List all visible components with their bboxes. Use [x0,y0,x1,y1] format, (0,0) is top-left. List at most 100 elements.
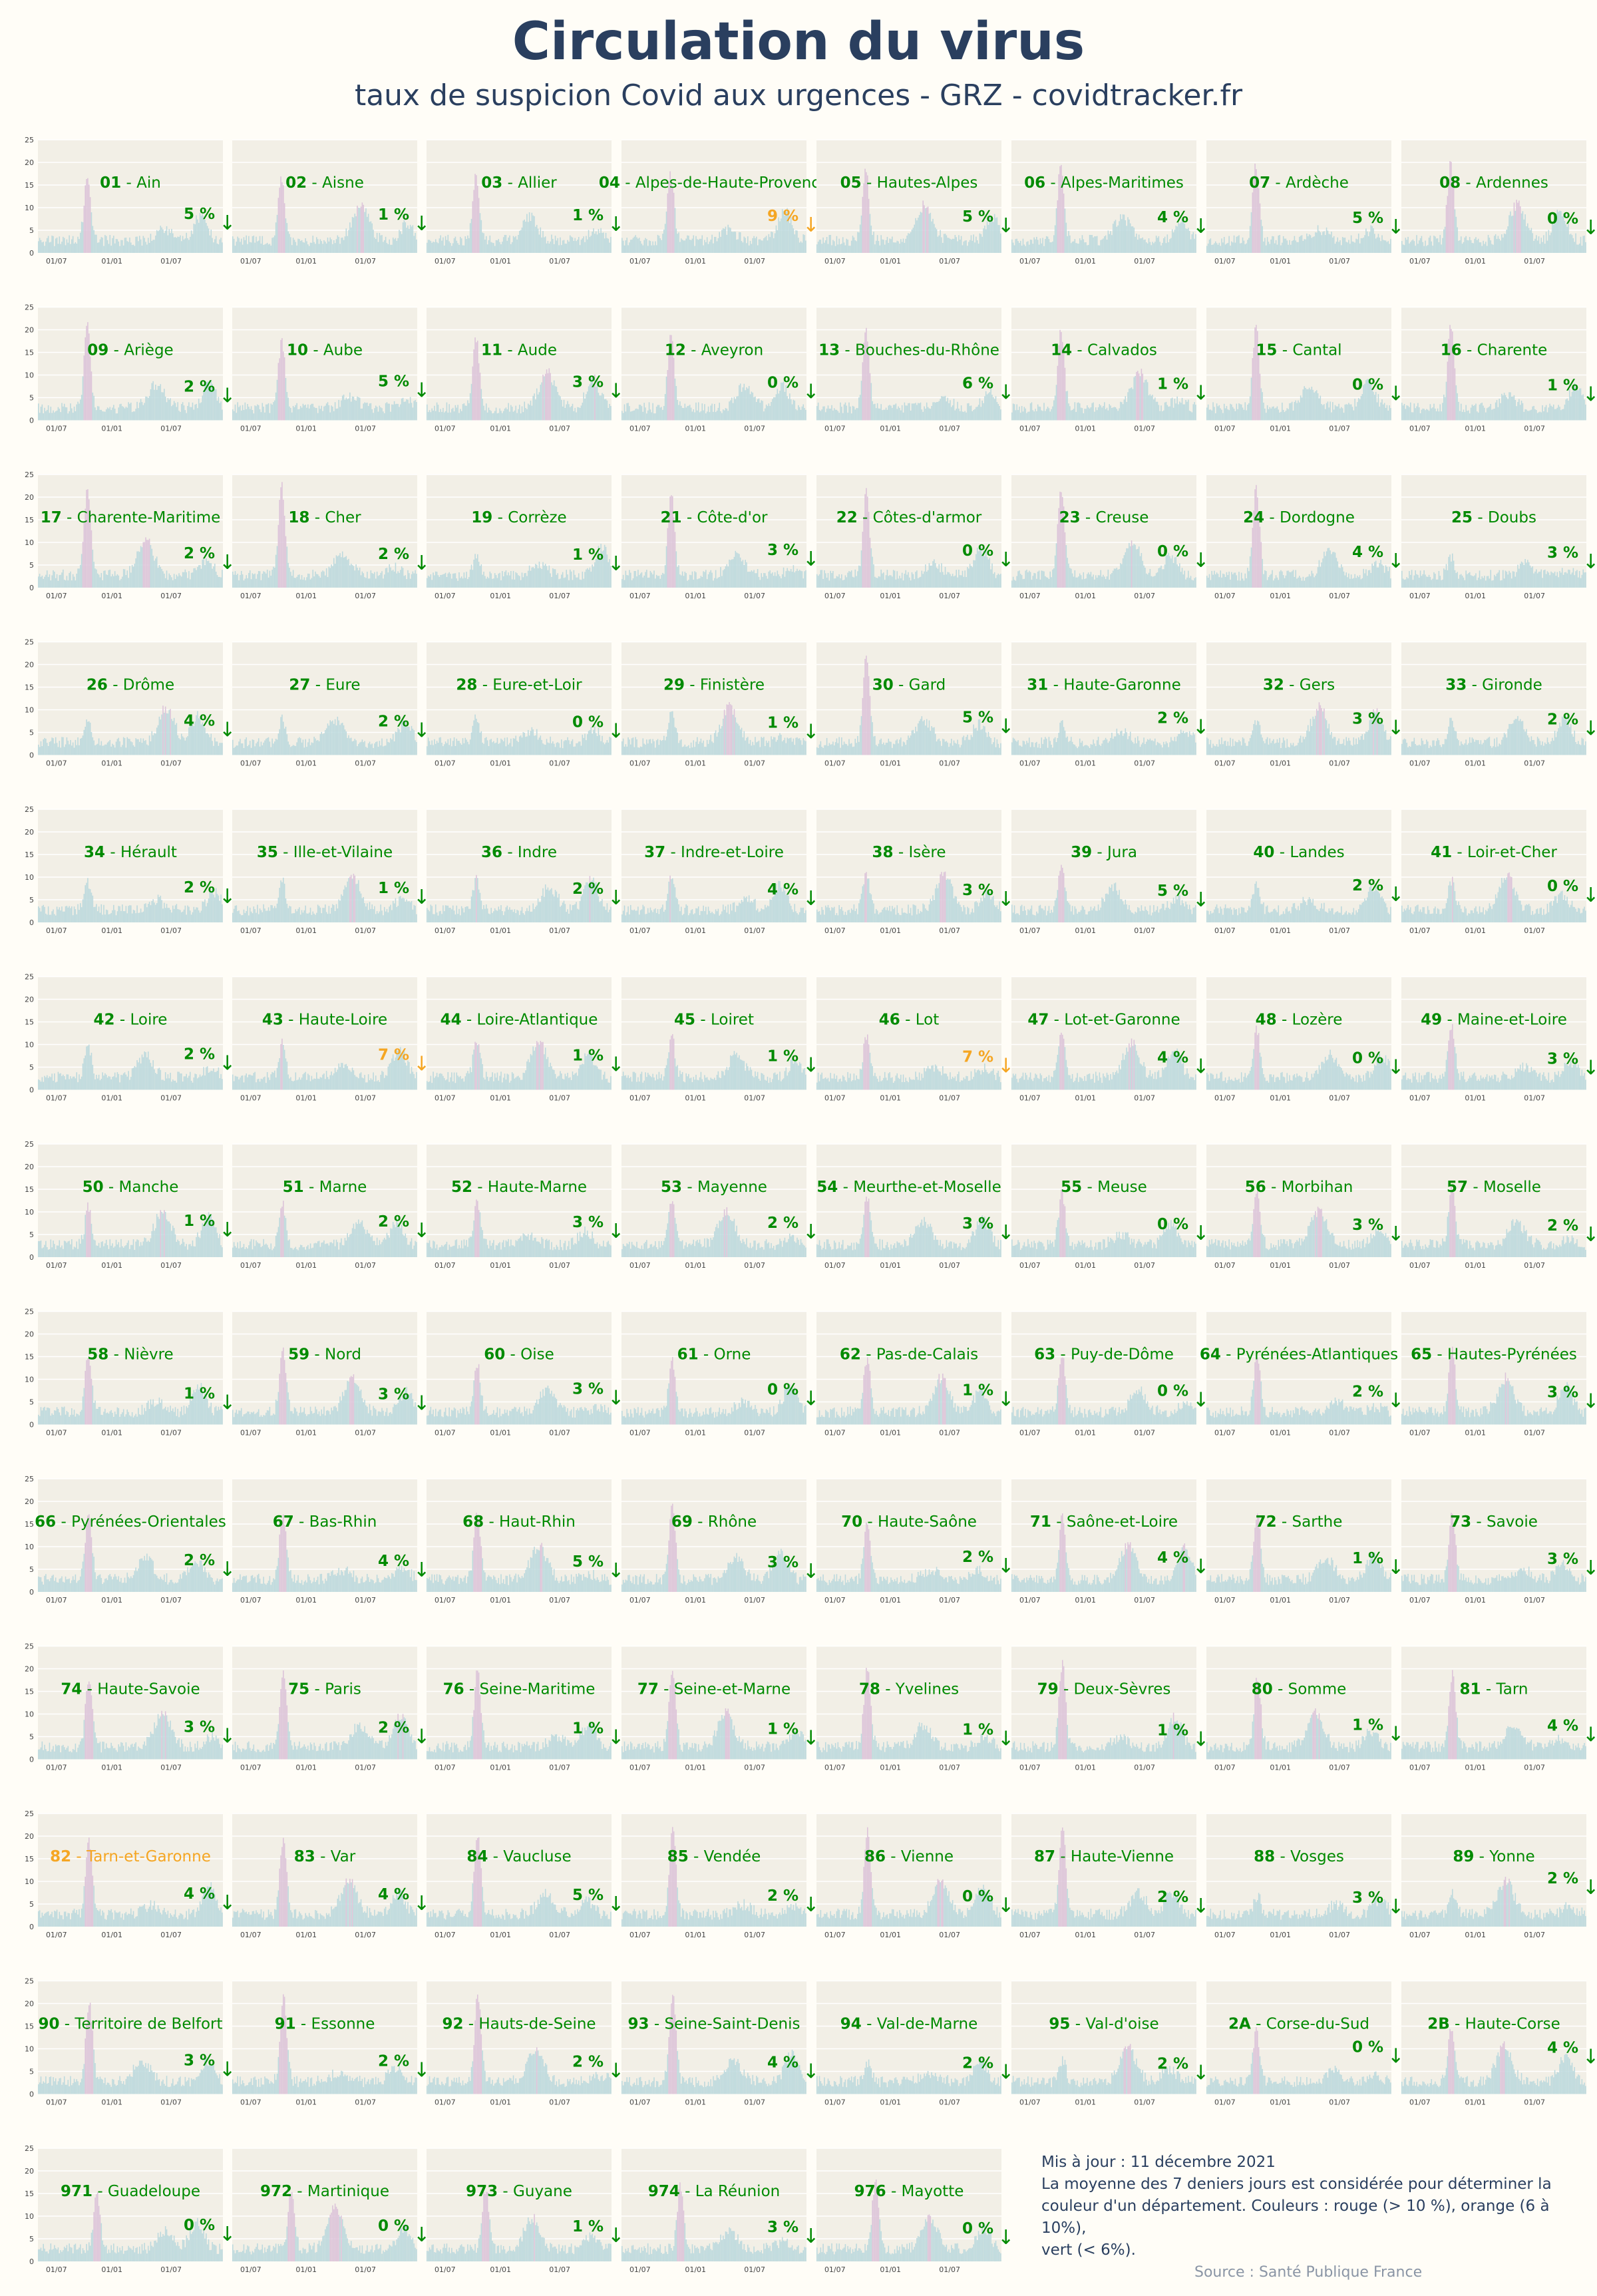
bar [335,555,337,588]
bar [804,235,805,253]
bar [106,575,108,588]
bar [1487,234,1489,253]
bar [396,240,398,253]
bar [596,736,598,755]
bar [1306,576,1308,588]
bar [1246,243,1247,253]
bar [69,744,70,755]
bar [93,395,94,421]
bar [122,240,123,253]
bar [1019,745,1020,755]
bar [905,745,907,755]
bar [1053,568,1055,588]
bar [77,236,79,253]
bar [950,574,951,588]
bar [106,407,108,421]
bar [793,565,795,588]
bar [341,400,342,421]
bar [1182,574,1184,588]
bar [1350,574,1352,588]
bar [1475,237,1477,253]
bar [797,410,798,421]
bar [1027,572,1029,588]
dept-name: - Dordogne [1264,509,1355,526]
bar [168,399,170,421]
bar [917,578,919,588]
bar [801,242,803,253]
x-tick-label: 01/01 [1075,759,1096,768]
bar [1254,489,1256,588]
bar [1483,578,1484,588]
bar [460,409,461,421]
bar [1459,411,1461,421]
bar [104,570,106,588]
bar [1101,407,1103,421]
bar [144,741,145,755]
bar [1138,234,1140,253]
bar [1045,576,1046,588]
bar [633,747,635,755]
bar [1284,238,1286,253]
bar [1165,741,1167,755]
dept-code: 28 [456,677,477,694]
bar [934,563,936,588]
bar [1149,738,1151,755]
bar [905,405,907,421]
bar [1429,236,1431,253]
bar [830,235,831,253]
bar [560,237,561,253]
bar [345,731,347,755]
bar [847,413,848,421]
bar [1169,239,1170,253]
bar [785,743,787,755]
bar [562,406,564,421]
bar [433,410,434,421]
bar [1081,235,1083,253]
bar [343,240,345,253]
bar [989,558,991,588]
bar [105,744,107,755]
bar [1068,403,1069,421]
bar [912,729,914,755]
bar [828,235,830,253]
bar [706,411,708,421]
bar [652,739,653,755]
bar [967,246,968,253]
bar [652,574,653,588]
bar [834,742,836,755]
bar [830,409,831,421]
bar [996,575,998,588]
bar [652,241,653,253]
bar [928,408,930,421]
bar [1259,203,1261,253]
bar [901,572,903,588]
bar [544,745,546,755]
bar [60,574,61,588]
bar [180,404,182,421]
bar [1385,240,1387,253]
bar [1461,575,1463,588]
bar [805,240,806,253]
bar [407,726,409,755]
x-tick-label: 01/01 [295,425,317,433]
bar [1333,409,1335,421]
bar [916,220,918,253]
bar [962,245,964,253]
bar [540,568,542,588]
bar [348,398,349,421]
bar [1136,743,1137,755]
bar [1246,578,1247,588]
bar [94,568,96,588]
bar [646,739,647,755]
bar [306,241,307,253]
bar [1529,230,1531,253]
bar [722,570,724,588]
bar [493,578,494,588]
bar [434,405,435,421]
bar [731,705,733,755]
bar [1138,373,1140,421]
bar [498,239,500,253]
bar [325,405,326,421]
bar [104,411,106,421]
bar [134,411,136,421]
